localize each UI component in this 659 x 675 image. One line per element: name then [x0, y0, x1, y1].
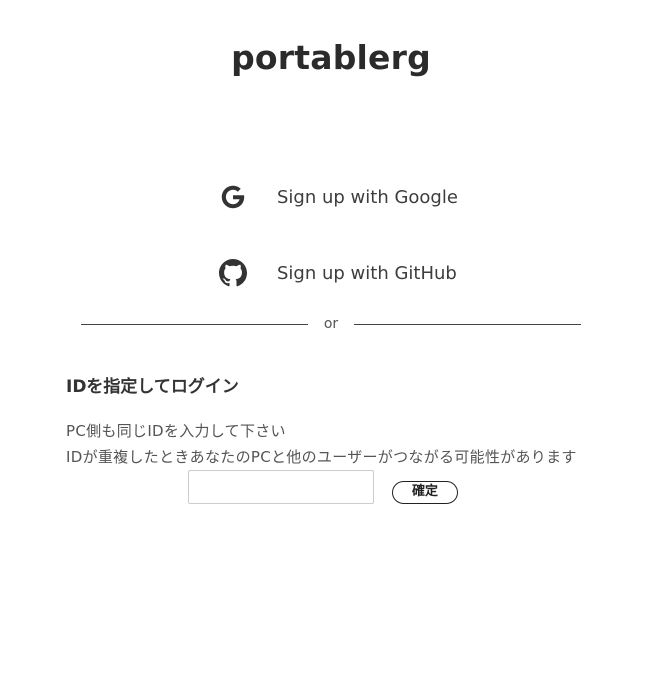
divider-line-right	[354, 324, 581, 325]
google-icon	[216, 180, 250, 214]
google-signup-label: Sign up with Google	[277, 186, 458, 208]
github-signup-button[interactable]: Sign up with GitHub	[216, 253, 457, 293]
id-login-note-line1: PC側も同じIDを入力して下さい	[66, 422, 286, 440]
or-divider: or	[81, 316, 581, 336]
login-page: portablerg Sign up with Google Sign up w…	[0, 0, 659, 675]
id-input[interactable]	[188, 470, 374, 504]
confirm-button[interactable]: 確定	[392, 481, 458, 504]
id-login-note-line2: IDが重複したときあなたのPCと他のユーザーがつながる可能性があります	[66, 448, 577, 466]
divider-line-left	[81, 324, 308, 325]
github-icon	[216, 256, 250, 290]
divider-text: or	[323, 316, 339, 332]
app-title: portablerg	[231, 38, 431, 77]
github-signup-label: Sign up with GitHub	[277, 262, 457, 284]
google-signup-button[interactable]: Sign up with Google	[216, 177, 458, 217]
id-login-heading: IDを指定してログイン	[66, 377, 239, 397]
